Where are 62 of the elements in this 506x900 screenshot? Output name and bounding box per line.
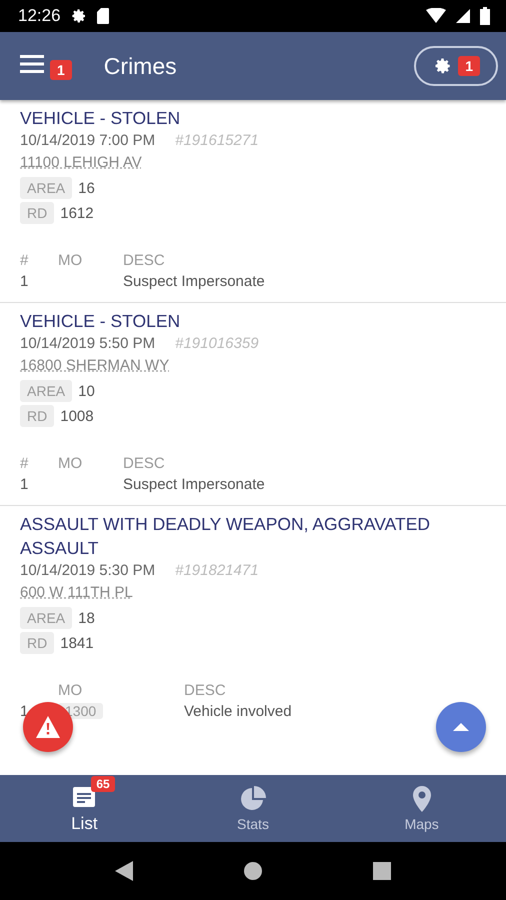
back-icon[interactable]: [115, 861, 133, 881]
report-number: #191016359: [175, 334, 259, 354]
column-header: #: [20, 455, 30, 472]
area-value: 16: [78, 180, 95, 196]
address-link[interactable]: 600 W 111TH PL: [20, 584, 133, 601]
notification-badge: 1: [50, 60, 72, 80]
address-link[interactable]: 11100 LEHIGH AV: [20, 154, 142, 171]
rd-value: 1612: [60, 204, 94, 222]
scroll-top-button[interactable]: [436, 702, 486, 752]
settings-icon: [70, 8, 87, 24]
crime-title[interactable]: VEHICLE - STOLEN: [20, 106, 486, 130]
menu-button[interactable]: [20, 55, 44, 73]
menu-icon: [20, 55, 44, 73]
report-number: #191615271: [175, 131, 259, 151]
column-header: MO: [58, 252, 84, 269]
crime-datetime: 10/14/2019 5:30 PM: [20, 561, 156, 581]
battery-icon: [480, 7, 490, 25]
rd-value: 1841: [60, 634, 94, 652]
crime-title[interactable]: VEHICLE - STOLEN: [20, 309, 486, 333]
pie-chart-icon: [240, 786, 266, 812]
area-label: AREA: [20, 177, 72, 199]
report-number: #191821471: [175, 561, 259, 581]
area-label: AREA: [20, 380, 72, 402]
table-cell-text: Suspect Impersonate: [123, 476, 266, 493]
address-link[interactable]: 16800 SHERMAN WY: [20, 357, 170, 374]
warning-icon: [36, 716, 60, 738]
area-value: 10: [78, 382, 95, 400]
list-icon: [73, 786, 96, 806]
settings-icon: [434, 57, 452, 75]
screen-title: Crimes: [104, 52, 178, 80]
column-header: DESC: [123, 252, 166, 269]
column-header: MO: [58, 682, 84, 699]
table-cell-text: Vehicle involved: [184, 703, 293, 720]
area-label: AREA: [20, 607, 72, 629]
area-value: 18: [78, 610, 95, 626]
rd-value: 1008: [60, 408, 94, 424]
column-header: MO: [58, 455, 84, 472]
rd-label: RD: [20, 632, 54, 654]
home-icon[interactable]: [243, 861, 263, 881]
sd-card-icon: [96, 8, 109, 24]
filter-button[interactable]: 1: [414, 46, 498, 86]
column-header: #: [20, 252, 30, 269]
wifi-icon: [426, 8, 446, 24]
filter-count-badge: 1: [458, 56, 480, 76]
caret-icon: [453, 723, 469, 731]
nav-tab[interactable]: Stats: [168, 775, 338, 842]
table-cell-text: 1: [20, 476, 30, 493]
table-cell-text: 1: [20, 273, 30, 290]
map-pin-icon: [412, 786, 431, 812]
crime-datetime: 10/14/2019 5:50 PM: [20, 334, 156, 354]
signal-icon: [456, 9, 470, 23]
nav-tab[interactable]: 65 List: [0, 775, 169, 842]
nav-tab[interactable]: Maps: [337, 775, 506, 842]
table-cell-text: Suspect Impersonate: [123, 273, 266, 290]
count-badge: 65: [91, 776, 115, 792]
crime-title[interactable]: ASSAULT WITH DEADLY WEAPON, AGGRAVATED ASSAULT: [20, 512, 486, 560]
rd-label: RD: [20, 405, 54, 427]
rd-label: RD: [20, 202, 54, 224]
column-header: DESC: [184, 682, 227, 699]
column-header: DESC: [123, 455, 166, 472]
crime-datetime: 10/14/2019 7:00 PM: [20, 131, 156, 151]
clock-time: 12:26: [18, 6, 61, 26]
